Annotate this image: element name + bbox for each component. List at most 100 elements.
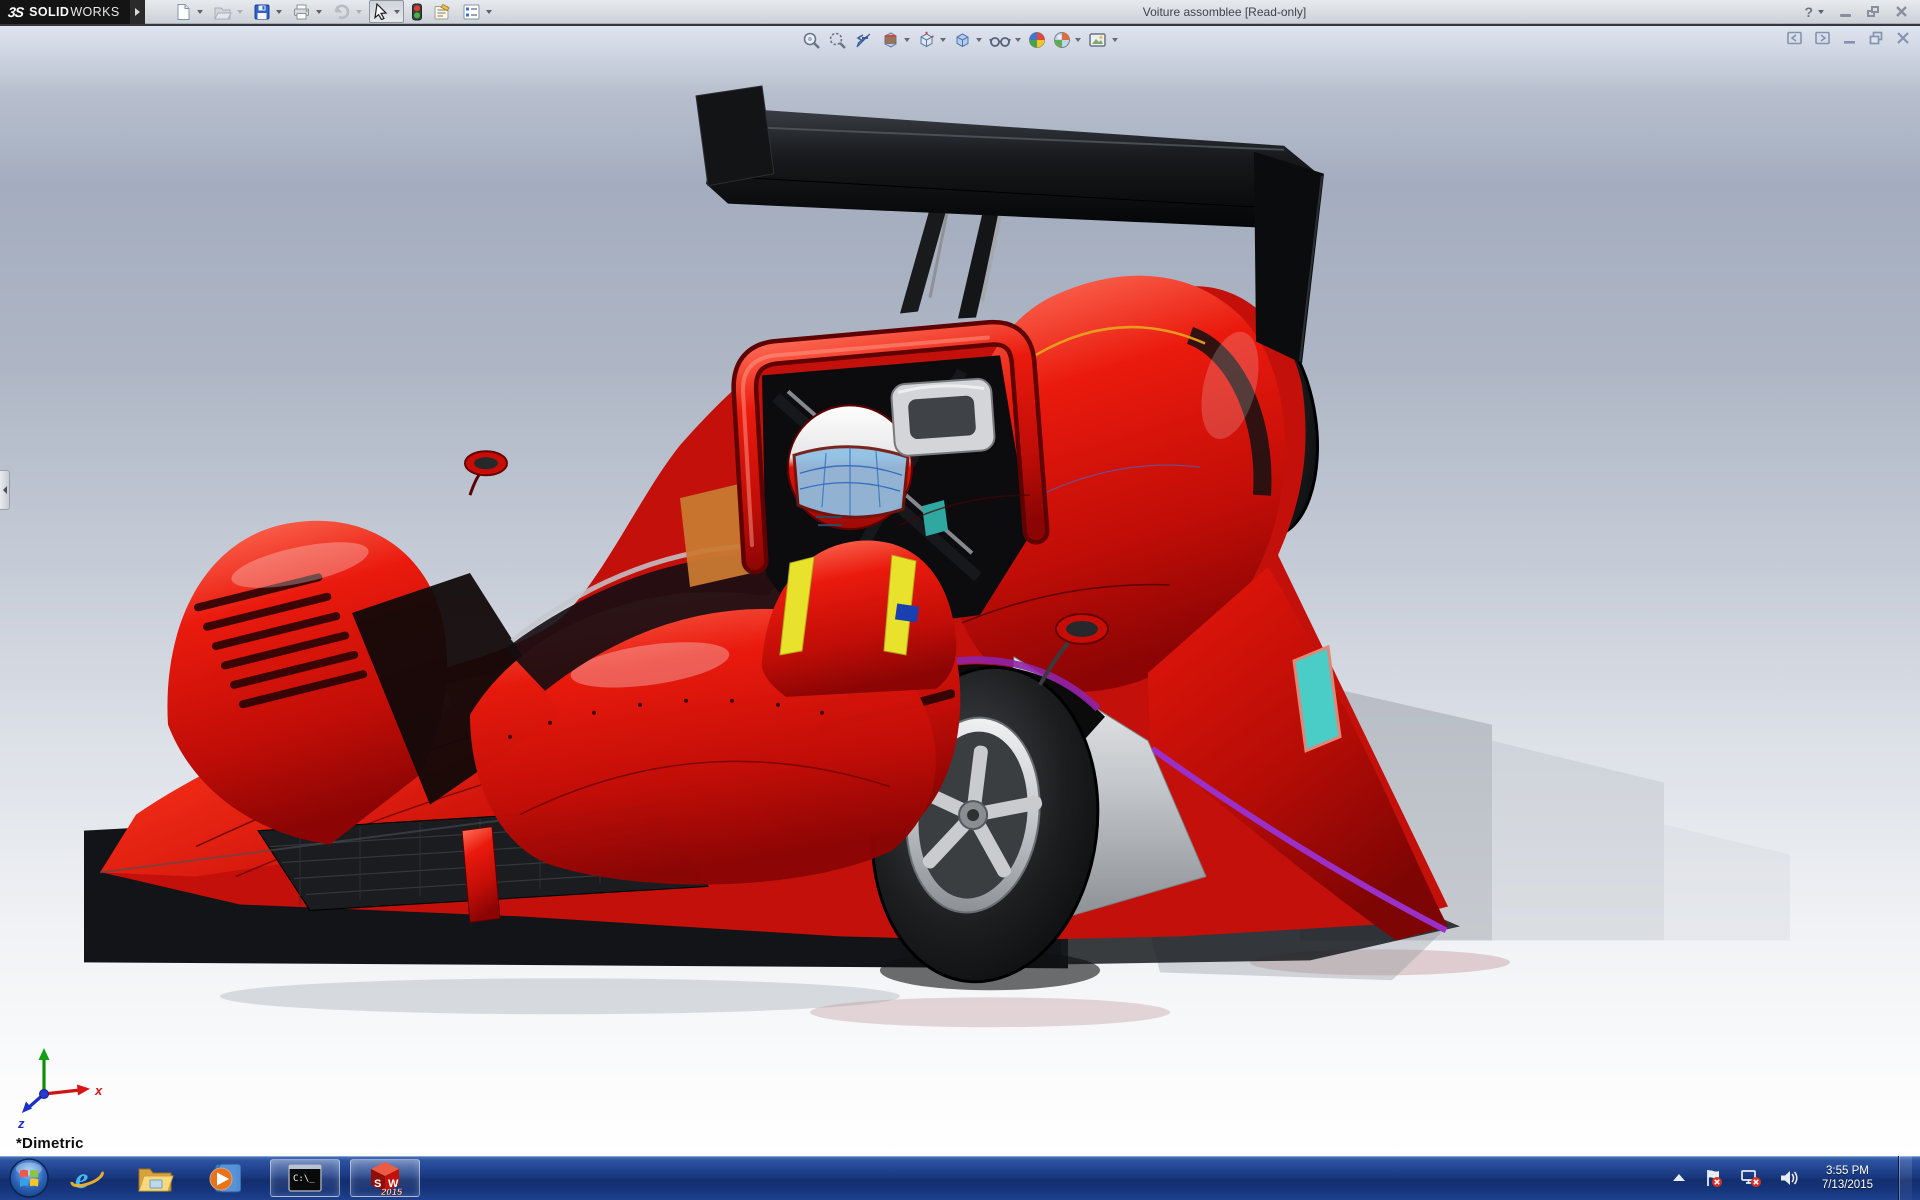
dropdown-caret[interactable] (1112, 38, 1118, 42)
helmet-visor (794, 447, 908, 518)
3d-viewport[interactable] (0, 26, 1920, 1156)
menu-expand-button[interactable] (130, 0, 145, 24)
dropdown-caret[interactable] (316, 10, 322, 14)
print-button[interactable] (289, 1, 325, 23)
network-status-icon[interactable] (1740, 1168, 1762, 1188)
window-title: Voiture assomblee [Read-only] (1143, 5, 1306, 19)
zoom-to-fit-icon (802, 31, 821, 49)
show-desktop-button[interactable] (1898, 1156, 1912, 1200)
document-window-controls (1787, 31, 1910, 45)
dropdown-caret[interactable] (940, 38, 946, 42)
pane-left-button[interactable] (1787, 31, 1802, 45)
options-checklist-icon (462, 3, 481, 21)
dropdown-caret[interactable] (1818, 10, 1824, 14)
dropdown-caret[interactable] (1015, 38, 1021, 42)
start-button[interactable] (8, 1157, 50, 1199)
dropdown-caret[interactable] (486, 10, 492, 14)
graphics-area: x z *Dimetric (0, 24, 1920, 1156)
minimize-button[interactable] (1840, 14, 1851, 17)
solidworks-2015-icon: S W 2015 (365, 1160, 405, 1196)
eyeglasses-icon (989, 31, 1011, 49)
title-bar: 3S SOLID WORKS (0, 0, 1920, 24)
standard-toolbar (171, 0, 495, 23)
dropdown-caret[interactable] (976, 38, 982, 42)
x-axis-label: x (94, 1083, 103, 1098)
view-orientation-button[interactable] (917, 31, 946, 49)
hide-show-items-button[interactable] (989, 31, 1021, 49)
view-orientation-label: *Dimetric (16, 1135, 84, 1152)
dropdown-caret[interactable] (197, 10, 203, 14)
rebuild-button[interactable] (408, 1, 426, 23)
dropdown-caret[interactable] (904, 38, 910, 42)
show-hidden-icons-button[interactable] (1672, 1173, 1686, 1183)
clock-time: 3:55 PM (1822, 1164, 1873, 1178)
close-button[interactable] (1895, 5, 1908, 18)
y-axis-arrow (39, 1048, 50, 1060)
dropdown-caret[interactable] (356, 10, 362, 14)
save-button[interactable] (250, 1, 285, 23)
doc-minimize-button[interactable] (1843, 31, 1856, 45)
apply-scene-button[interactable] (1053, 31, 1081, 49)
taskbar-clock[interactable]: 3:55 PM 7/13/2015 (1822, 1164, 1873, 1192)
scene-ball-icon (1053, 31, 1071, 49)
doc-close-button[interactable] (1896, 31, 1910, 45)
window-controls: ? (1804, 4, 1920, 20)
windows-taskbar: e C:\_ S W (0, 1156, 1920, 1200)
previous-view-button[interactable] (854, 31, 874, 49)
zoom-to-area-button[interactable] (828, 31, 847, 49)
dropdown-caret[interactable] (1075, 38, 1081, 42)
x-axis-arrow (77, 1085, 90, 1096)
open-button[interactable] (210, 1, 246, 23)
taskbar-media-player[interactable] (202, 1157, 244, 1199)
internet-explorer-icon: e (69, 1160, 105, 1196)
new-button[interactable] (171, 1, 206, 23)
save-floppy-icon (253, 3, 271, 21)
side-mirror-left (465, 451, 507, 495)
new-document-icon (174, 3, 192, 21)
taskbar-file-explorer[interactable] (134, 1157, 176, 1199)
windows-orb-icon (8, 1157, 50, 1199)
orientation-triad: x z (10, 1046, 110, 1130)
edit-appearance-button[interactable] (1028, 31, 1046, 49)
zoom-to-area-icon (828, 31, 847, 49)
view-settings-button[interactable] (1088, 31, 1118, 49)
system-tray: 3:55 PM 7/13/2015 (1672, 1156, 1920, 1200)
svg-text:2015: 2015 (380, 1187, 403, 1196)
select-cursor-icon (373, 3, 389, 20)
volume-icon[interactable] (1779, 1169, 1799, 1187)
command-prompt-icon: C:\_ (288, 1164, 322, 1192)
help-button[interactable]: ? (1804, 4, 1824, 20)
svg-text:C:\_: C:\_ (293, 1174, 315, 1184)
open-folder-icon (213, 3, 232, 21)
ds-logo-glyph: 3S (7, 4, 24, 20)
dropdown-caret[interactable] (237, 10, 243, 14)
select-button[interactable] (369, 0, 404, 23)
display-style-button[interactable] (953, 31, 982, 49)
folder-icon (136, 1161, 174, 1195)
dropdown-caret[interactable] (276, 10, 282, 14)
undo-arrow-icon (332, 3, 351, 21)
zoom-to-fit-button[interactable] (802, 31, 821, 49)
car-model[interactable] (100, 86, 1448, 995)
options-button[interactable] (459, 1, 495, 23)
doc-restore-button[interactable] (1869, 31, 1883, 45)
view-settings-icon (1088, 31, 1108, 49)
svg-text:e: e (75, 1162, 88, 1195)
taskbar-solidworks[interactable]: S W 2015 (350, 1159, 420, 1197)
taskbar-internet-explorer[interactable]: e (66, 1157, 108, 1199)
action-center-flag-icon[interactable] (1703, 1168, 1723, 1188)
taskbar-command-prompt[interactable]: C:\_ (270, 1159, 340, 1197)
solidworks-logo: 3S SOLID WORKS (0, 0, 130, 24)
note-pencil-icon (433, 3, 452, 21)
panel-expand-tab[interactable] (0, 470, 10, 510)
headsup-view-toolbar (796, 29, 1124, 51)
pane-right-button[interactable] (1815, 31, 1830, 45)
intake-box (891, 378, 996, 457)
dropdown-caret[interactable] (394, 10, 400, 14)
section-view-button[interactable] (881, 31, 910, 49)
restore-button[interactable] (1867, 6, 1879, 17)
appearance-ball-icon (1028, 31, 1046, 49)
undo-button[interactable] (329, 1, 365, 23)
file-properties-button[interactable] (430, 1, 455, 23)
section-view-icon (881, 31, 900, 49)
